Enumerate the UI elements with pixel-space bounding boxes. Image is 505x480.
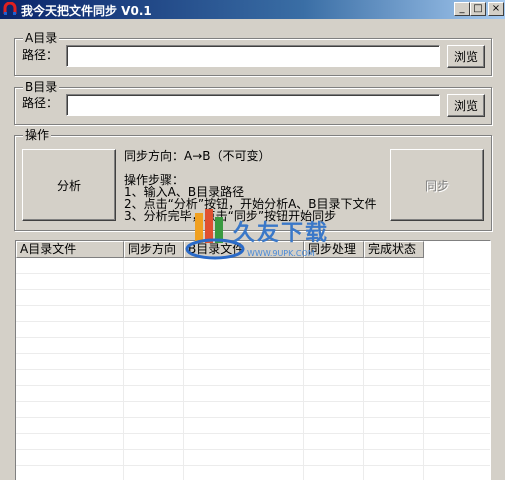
app-icon <box>3 2 17 15</box>
maximize-button[interactable]: □ <box>470 2 486 16</box>
sync-button[interactable]: 同步 <box>390 149 484 221</box>
column-header-direction[interactable]: 同步方向 <box>124 241 184 258</box>
group-b-legend: B目录 <box>23 80 60 94</box>
list-rows <box>16 258 490 480</box>
window-title: 我今天把文件同步 V0.1 <box>21 4 152 18</box>
file-list[interactable]: A目录文件 同步方向 B目录文件 同步处理 完成状态 <box>15 240 491 480</box>
operations-legend: 操作 <box>23 128 52 142</box>
path-label-a: 路径： <box>22 48 59 62</box>
watermark: 久友下载 WWW.9UPK.COM <box>185 205 355 275</box>
group-a-legend: A目录 <box>23 31 60 45</box>
column-divider <box>123 258 124 480</box>
column-divider <box>363 258 364 480</box>
title-bar: 我今天把文件同步 V0.1 _ □ × <box>0 0 505 19</box>
column-header-status[interactable]: 完成状态 <box>364 241 424 258</box>
path-label-b: 路径： <box>22 96 59 110</box>
column-divider <box>423 258 424 480</box>
column-header-a-file[interactable]: A目录文件 <box>16 241 124 258</box>
watermark-text: 久友下载 <box>233 221 330 246</box>
watermark-url: WWW.9UPK.COM <box>247 249 315 258</box>
path-input-b[interactable] <box>66 94 440 116</box>
analyze-button[interactable]: 分析 <box>22 149 116 221</box>
browse-button-a[interactable]: 浏览 <box>447 45 485 68</box>
close-button[interactable]: × <box>488 2 504 16</box>
browse-button-b[interactable]: 浏览 <box>447 94 485 117</box>
column-divider <box>183 258 184 480</box>
path-input-a[interactable] <box>66 45 440 67</box>
column-divider <box>303 258 304 480</box>
minimize-button[interactable]: _ <box>454 2 470 16</box>
sync-direction-text: 同步方向：A→B（不可变） <box>124 149 271 163</box>
